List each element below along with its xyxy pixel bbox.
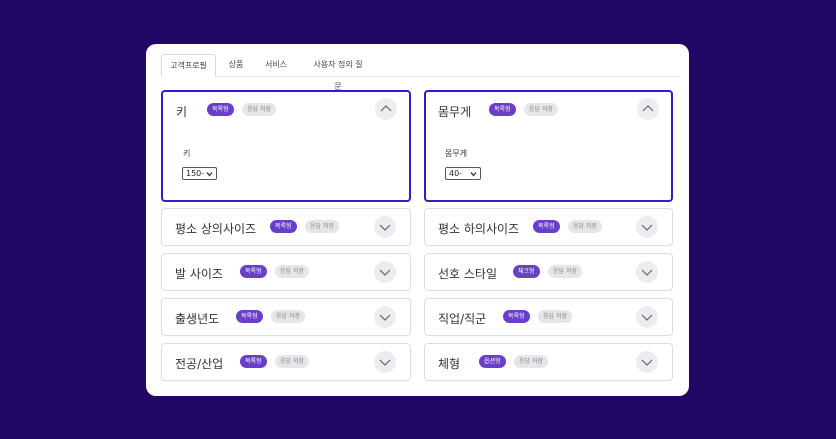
select-value: 40-: [449, 169, 463, 178]
app-background: 고객프로필 상품 서비스 사용자 정의 질문 키 목록형 응답 저장 키 150…: [0, 0, 836, 439]
tab-services[interactable]: 서비스: [257, 54, 295, 76]
chevron-up-icon: [642, 105, 654, 112]
profile-settings-panel: 고객프로필 상품 서비스 사용자 정의 질문 키 목록형 응답 저장 키 150…: [146, 44, 689, 396]
field-label: 몸무게: [445, 149, 468, 158]
save-badge: 응답 저장: [548, 265, 582, 278]
expand-button[interactable]: [374, 306, 396, 328]
type-badge: 목록형: [533, 220, 560, 233]
card-title: 전공/산업: [175, 357, 224, 371]
expand-button[interactable]: [374, 216, 396, 238]
type-badge: 목록형: [489, 103, 516, 116]
card-title: 체형: [438, 357, 461, 371]
question-card-top-size[interactable]: 평소 상의사이즈 목록형 응답 저장: [161, 208, 411, 246]
save-badge: 응답 저장: [271, 310, 305, 323]
expand-button[interactable]: [374, 261, 396, 283]
select-value: 150-: [186, 169, 205, 178]
collapse-button[interactable]: [637, 98, 659, 120]
type-badge: 목록형: [503, 310, 530, 323]
height-select[interactable]: 150-: [182, 167, 217, 180]
expand-button[interactable]: [636, 216, 658, 238]
question-card-foot-size[interactable]: 발 사이즈 목록형 응답 저장: [161, 253, 411, 291]
weight-select[interactable]: 40-: [445, 167, 481, 180]
card-title: 몸무게: [438, 105, 472, 119]
card-title: 발 사이즈: [175, 267, 223, 281]
type-badge: 체크형: [513, 265, 540, 278]
tab-customer-profile[interactable]: 고객프로필: [161, 54, 216, 77]
save-badge: 응답 저장: [524, 103, 558, 116]
collapse-button[interactable]: [375, 98, 397, 120]
expand-button[interactable]: [636, 261, 658, 283]
type-badge: 목록형: [207, 103, 234, 116]
tab-bar: 고객프로필 상품 서비스 사용자 정의 질문: [161, 54, 679, 91]
chevron-down-icon: [641, 359, 653, 366]
type-badge: 목록형: [236, 310, 263, 323]
type-badge: 목록형: [270, 220, 297, 233]
tab-products[interactable]: 상품: [221, 54, 251, 76]
expand-button[interactable]: [636, 351, 658, 373]
save-badge: 응답 저장: [514, 355, 548, 368]
save-badge: 응답 저장: [305, 220, 339, 233]
chevron-down-icon: [470, 172, 477, 177]
save-badge: 응답 저장: [275, 355, 309, 368]
field-label: 키: [183, 149, 191, 158]
card-title: 평소 하의사이즈: [438, 222, 520, 236]
question-card-birth-year[interactable]: 출생년도 목록형 응답 저장: [161, 298, 411, 336]
question-card-major[interactable]: 전공/산업 목록형 응답 저장: [161, 343, 411, 381]
question-card-job[interactable]: 직업/직군 목록형 응답 저장: [424, 298, 673, 336]
question-card-body-type[interactable]: 체형 옵션형 응답 저장: [424, 343, 673, 381]
expand-button[interactable]: [374, 351, 396, 373]
save-badge: 응답 저장: [568, 220, 602, 233]
card-title: 출생년도: [175, 312, 220, 326]
chevron-down-icon: [379, 314, 391, 321]
chevron-down-icon: [206, 172, 213, 177]
expand-button[interactable]: [636, 306, 658, 328]
card-title: 키: [176, 105, 188, 119]
card-title: 평소 상의사이즈: [175, 222, 257, 236]
type-badge: 목록형: [240, 265, 267, 278]
chevron-down-icon: [641, 224, 653, 231]
chevron-down-icon: [641, 269, 653, 276]
chevron-down-icon: [379, 269, 391, 276]
save-badge: 응답 저장: [275, 265, 309, 278]
question-card-weight[interactable]: 몸무게 목록형 응답 저장 몸무게 40-: [424, 90, 673, 202]
chevron-up-icon: [380, 105, 392, 112]
card-title: 직업/직군: [438, 312, 487, 326]
type-badge: 옵션형: [479, 355, 506, 368]
tab-custom-questions[interactable]: 사용자 정의 질문: [303, 54, 373, 91]
question-card-bottom-size[interactable]: 평소 하의사이즈 목록형 응답 저장: [424, 208, 673, 246]
chevron-down-icon: [641, 314, 653, 321]
save-badge: 응답 저장: [538, 310, 572, 323]
chevron-down-icon: [379, 359, 391, 366]
chevron-down-icon: [379, 224, 391, 231]
card-title: 선호 스타일: [438, 267, 498, 281]
question-card-height[interactable]: 키 목록형 응답 저장 키 150-: [161, 90, 411, 202]
type-badge: 목록형: [240, 355, 267, 368]
question-card-style[interactable]: 선호 스타일 체크형 응답 저장: [424, 253, 673, 291]
save-badge: 응답 저장: [242, 103, 276, 116]
